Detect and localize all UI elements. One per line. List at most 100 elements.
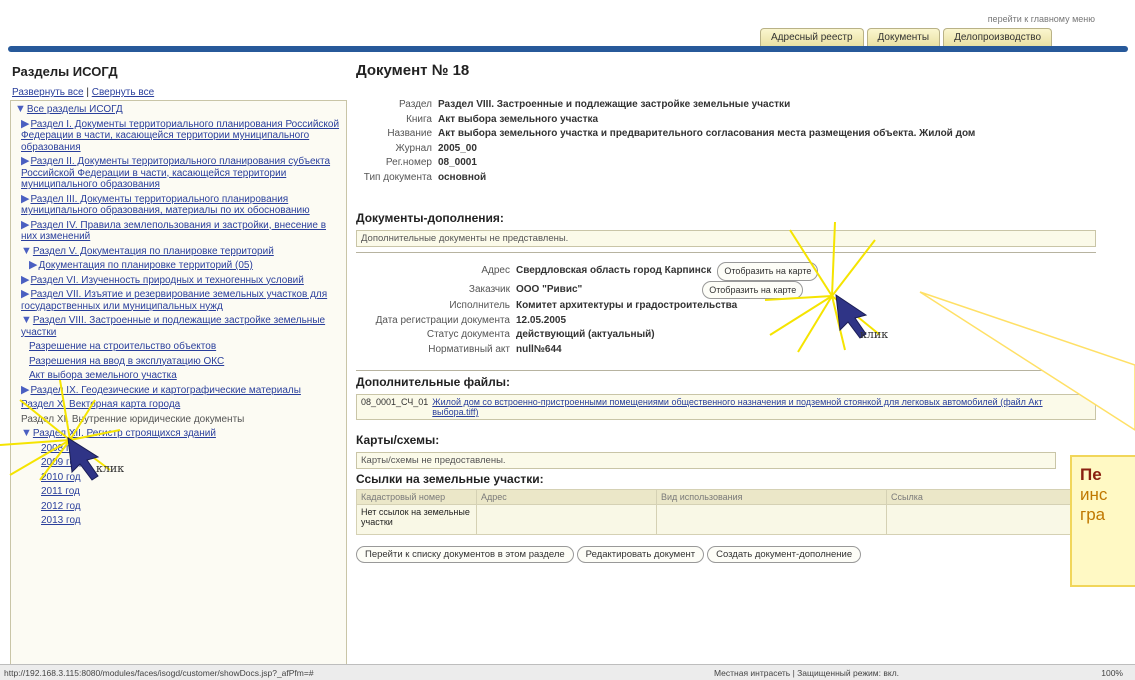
expand-all-link[interactable]: Развернуть все xyxy=(12,87,84,98)
document-title: Документ № 18 xyxy=(356,62,470,79)
tree-link-section-8-permits[interactable]: Разрешение на строительство объектов xyxy=(29,341,216,352)
triangle-down-icon[interactable]: ▼ xyxy=(21,314,32,326)
zoom-level[interactable]: 100% xyxy=(1101,668,1135,678)
tree-node-section-5-book[interactable]: ▶Документация по планировке территорий (… xyxy=(15,259,342,272)
triangle-right-icon[interactable]: ▶ xyxy=(21,288,29,300)
collapse-all-link[interactable]: Свернуть все xyxy=(92,87,154,98)
tree-link-year[interactable]: 2011 год xyxy=(41,486,80,497)
land-heading: Ссылки на земельные участки: xyxy=(356,472,544,486)
tree-link-section-6[interactable]: Раздел VI. Изученность природных и техно… xyxy=(30,275,303,286)
tree-actions: Развернуть все | Свернуть все xyxy=(12,87,154,98)
tree-text-section-11[interactable]: Раздел XI. Внутренние юридические докуме… xyxy=(21,414,244,425)
document-info: Адрес Свердловская область город Карпинск… xyxy=(356,262,819,357)
tree-link-section-8[interactable]: Раздел VIII. Застроенные и подлежащие за… xyxy=(21,315,325,338)
tree-link-section-8-commissioning[interactable]: Разрешения на ввод в эксплуатацию ОКС xyxy=(29,356,224,367)
header-divider-bar xyxy=(8,46,1128,52)
tree-node-root[interactable]: ▼Все разделы ИСОГД xyxy=(15,103,342,116)
meta-label: Тип документа xyxy=(363,171,432,183)
triangle-right-icon[interactable]: ▶ xyxy=(21,384,29,396)
triangle-right-icon[interactable]: ▶ xyxy=(21,193,29,205)
create-supplement-button[interactable]: Создать документ-дополнение xyxy=(707,546,862,563)
tab-office-work[interactable]: Делопроизводство xyxy=(943,28,1053,46)
tree-node-year[interactable]: 2013 год xyxy=(15,515,342,527)
tree-link-section-12[interactable]: Раздел XII. Регистр строящихся зданий xyxy=(33,428,216,439)
tree-node-section-10[interactable]: Раздел X. Векторная карта города xyxy=(15,399,342,411)
tree-link-root[interactable]: Все разделы ИСОГД xyxy=(27,104,123,115)
meta-label: Книга xyxy=(406,113,432,125)
files-box: 08_0001_СЧ_01 Жилой дом со встроенно-при… xyxy=(356,394,1096,420)
tree-node-year[interactable]: 2010 год xyxy=(15,472,342,484)
file-link[interactable]: Жилой дом со встроенно-пристроенными пом… xyxy=(432,397,1091,417)
callout-line: гра xyxy=(1080,505,1106,524)
triangle-down-icon[interactable]: ▼ xyxy=(15,103,26,115)
meta-value: Раздел VIII. Застроенные и подлежащие за… xyxy=(438,99,791,110)
tree-node-year[interactable]: 2011 год xyxy=(15,486,342,498)
tree-link-section-4[interactable]: Раздел IV. Правила землепользования и за… xyxy=(21,220,326,243)
info-value: null№644 xyxy=(516,343,562,355)
tree-link-year[interactable]: 2008 год xyxy=(41,443,81,454)
triangle-right-icon[interactable]: ▶ xyxy=(21,155,29,167)
tree-node-section-3[interactable]: ▶Раздел III. Документы территориального … xyxy=(15,193,342,217)
supplements-heading: Документы-дополнения: xyxy=(356,211,504,225)
tree-node-section-4[interactable]: ▶Раздел IV. Правила землепользования и з… xyxy=(15,219,342,243)
tree-link-year[interactable]: 2010 год xyxy=(41,472,81,483)
click-label: клик xyxy=(96,462,125,475)
tree-link-section-5-book[interactable]: Документация по планировке территорий (0… xyxy=(38,260,252,271)
column-address: Адрес xyxy=(476,489,657,505)
meta-value: 08_0001 xyxy=(438,157,477,168)
tab-documents[interactable]: Документы xyxy=(866,28,941,46)
meta-value: основной xyxy=(438,171,487,183)
tree-node-section-2[interactable]: ▶Раздел II. Документы территориального п… xyxy=(15,155,342,191)
tree-node-section-8-commissioning[interactable]: Разрешения на ввод в эксплуатацию ОКС xyxy=(15,356,342,368)
tree-node-section-11[interactable]: Раздел XI. Внутренние юридические докуме… xyxy=(15,414,342,426)
tree-link-section-3[interactable]: Раздел III. Документы территориального п… xyxy=(21,194,310,217)
tree-link-section-5[interactable]: Раздел V. Документация по планировке тер… xyxy=(33,246,274,257)
section-divider xyxy=(356,370,1096,371)
go-to-section-list-button[interactable]: Перейти к списку документов в этом разде… xyxy=(356,546,574,563)
triangle-right-icon[interactable]: ▶ xyxy=(29,259,37,271)
tree-node-section-8-permits[interactable]: Разрешение на строительство объектов xyxy=(15,341,342,353)
land-table-header: Кадастровый номер Адрес Вид использовани… xyxy=(356,489,1096,505)
info-row-executor: Исполнитель Комитет архитектуры и градост… xyxy=(356,299,818,314)
tree-link-section-7[interactable]: Раздел VII. Изъятие и резервирование зем… xyxy=(21,289,327,312)
meta-row-journal: Журнал 2005_00 xyxy=(356,142,975,157)
tree-node-section-9[interactable]: ▶Раздел IX. Геодезические и картографиче… xyxy=(15,384,342,397)
meta-row-section: Раздел Раздел VIII. Застроенные и подлежа… xyxy=(356,98,975,113)
tree-node-year[interactable]: 2012 год xyxy=(15,501,342,513)
tree-link-section-10[interactable]: Раздел X. Векторная карта города xyxy=(21,399,180,410)
triangle-right-icon[interactable]: ▶ xyxy=(21,118,29,130)
tree-link-section-9[interactable]: Раздел IX. Геодезические и картографичес… xyxy=(30,385,300,396)
meta-value: Акт выбора земельного участка и предвари… xyxy=(438,128,976,139)
maps-box: Карты/схемы не предоставлены. xyxy=(356,452,1056,469)
triangle-right-icon[interactable]: ▶ xyxy=(21,219,29,231)
tab-address-registry[interactable]: Адресный реестр xyxy=(760,28,864,46)
tree-link-year[interactable]: 2012 год xyxy=(41,501,81,512)
tree-node-section-7[interactable]: ▶Раздел VII. Изъятие и резервирование зе… xyxy=(15,288,342,312)
tree-node-section-8[interactable]: ▼Раздел VIII. Застроенные и подлежащие з… xyxy=(15,314,342,338)
callout-heading: Пе xyxy=(1080,465,1102,484)
sections-title: Разделы ИСОГД xyxy=(12,64,118,79)
triangle-down-icon[interactable]: ▼ xyxy=(21,427,32,439)
triangle-down-icon[interactable]: ▼ xyxy=(21,245,32,257)
tree-link-section-8-selection-act[interactable]: Акт выбора земельного участка xyxy=(29,370,177,381)
tree-node-section-12[interactable]: ▼Раздел XII. Регистр строящихся зданий xyxy=(15,427,342,440)
click-label: клик xyxy=(860,328,889,341)
show-address-on-map-button[interactable]: Отобразить на карте xyxy=(717,262,819,281)
tree-link-year[interactable]: 2013 год xyxy=(41,515,81,526)
tree-node-section-5[interactable]: ▼Раздел V. Документация по планировке те… xyxy=(15,245,342,258)
tree-node-year[interactable]: 2009 год xyxy=(15,457,342,469)
tree-link-year[interactable]: 2009 год xyxy=(41,457,81,468)
tree-node-year[interactable]: 2008 год xyxy=(15,443,342,455)
edit-document-button[interactable]: Редактировать документ xyxy=(576,546,705,563)
main-menu-link[interactable]: перейти к главному меню xyxy=(988,14,1095,24)
tree-link-section-2[interactable]: Раздел II. Документы территориального пл… xyxy=(21,156,330,190)
tree-node-section-6[interactable]: ▶Раздел VI. Изученность природных и техн… xyxy=(15,274,342,287)
show-customer-on-map-button[interactable]: Отобразить на карте xyxy=(702,280,804,299)
tree-link-section-1[interactable]: Раздел I. Документы территориального пла… xyxy=(21,119,339,153)
info-value: 12.05.2005 xyxy=(516,314,567,326)
info-value: Свердловская область город Карпинск xyxy=(516,265,712,276)
tree-node-section-1[interactable]: ▶Раздел I. Документы территориального пл… xyxy=(15,118,342,154)
triangle-right-icon[interactable]: ▶ xyxy=(21,274,29,286)
callout-line: инс xyxy=(1080,485,1108,504)
tree-node-section-8-selection-act[interactable]: Акт выбора земельного участка xyxy=(15,370,342,382)
